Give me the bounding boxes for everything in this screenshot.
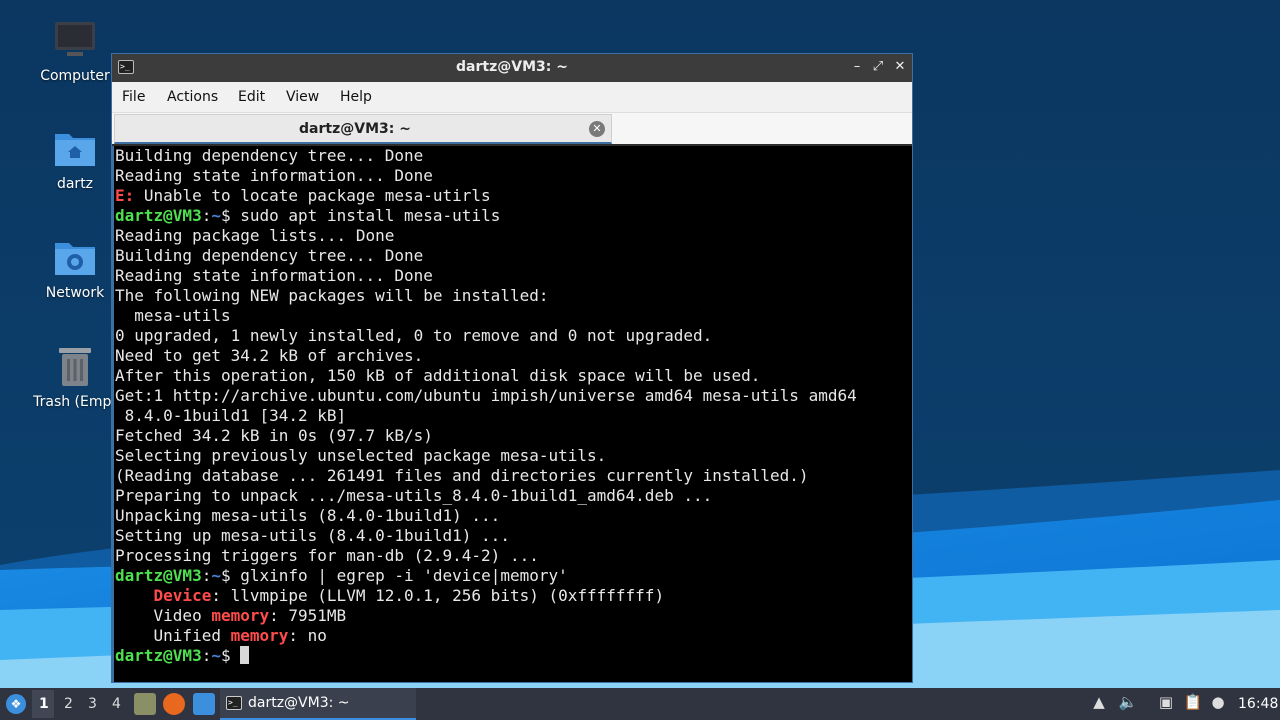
terminal-task-icon: >_ bbox=[226, 696, 242, 710]
display-icon[interactable]: ▣ bbox=[1154, 693, 1178, 715]
terminal-line: 8.4.0-1build1 [34.2 kB] bbox=[115, 406, 347, 425]
computer-icon bbox=[53, 18, 97, 62]
terminal-line: Setting up mesa-utils (8.4.0-1build1) ..… bbox=[115, 526, 510, 545]
workspace-4[interactable]: 4 bbox=[112, 696, 121, 712]
tab-close-icon[interactable]: ✕ bbox=[589, 121, 605, 137]
taskbar-terminal-label: dartz@VM3: ~ bbox=[248, 695, 350, 711]
terminal-line: (Reading database ... 261491 files and d… bbox=[115, 466, 809, 485]
command-text: sudo apt install mesa-utils bbox=[240, 206, 501, 225]
menu-help[interactable]: Help bbox=[340, 89, 372, 105]
prompt-path: ~ bbox=[211, 646, 221, 665]
start-menu-icon[interactable]: ❖ bbox=[6, 694, 26, 714]
terminal-line: mesa-utils bbox=[115, 306, 231, 325]
device-value: llvmpipe (LLVM 12.0.1, 256 bits) (0xffff… bbox=[230, 586, 665, 605]
minimize-button[interactable]: – bbox=[848, 58, 866, 76]
update-notifier-icon[interactable]: ● bbox=[1208, 693, 1228, 715]
unified-label: Unified bbox=[153, 626, 231, 645]
terminal-output[interactable]: Building dependency tree... Done Reading… bbox=[112, 146, 912, 682]
window-titlebar[interactable]: >_ dartz@VM3: ~ – ⤢ ✕ bbox=[112, 54, 912, 82]
tab-bar: dartz@VM3: ~ ✕ bbox=[112, 112, 912, 144]
file-manager-icon[interactable] bbox=[134, 693, 156, 715]
menu-edit[interactable]: Edit bbox=[238, 89, 265, 105]
highlight-memory: memory bbox=[230, 626, 289, 645]
taskbar-terminal-button[interactable]: >_ dartz@VM3: ~ bbox=[220, 688, 416, 720]
terminal-line: Processing triggers for man-db (2.9.4-2)… bbox=[115, 546, 539, 565]
terminal-line: After this operation, 150 kB of addition… bbox=[115, 366, 761, 385]
command-text: glxinfo | egrep -i 'device|memory' bbox=[240, 566, 568, 585]
terminal-line: Get:1 http://archive.ubuntu.com/ubuntu i… bbox=[115, 386, 857, 405]
close-button[interactable]: ✕ bbox=[891, 58, 909, 76]
terminal-line: Building dependency tree... Done bbox=[115, 146, 424, 165]
video-memory-value: 7951MB bbox=[288, 606, 347, 625]
workspace-2[interactable]: 2 bbox=[64, 696, 73, 712]
terminal-line: Unpacking mesa-utils (8.4.0-1build1) ... bbox=[115, 506, 501, 525]
clipboard-icon[interactable]: 📋 bbox=[1181, 693, 1205, 715]
network-folder-icon bbox=[53, 235, 97, 279]
terminal-line: E: Unable to locate package mesa-utirls bbox=[115, 186, 912, 206]
terminal-window[interactable]: >_ dartz@VM3: ~ – ⤢ ✕ File Actions Edit … bbox=[111, 53, 913, 683]
terminal-prompt-line: dartz@VM3:~$ glxinfo | egrep -i 'device|… bbox=[115, 566, 568, 585]
terminal-line: Device: llvmpipe (LLVM 12.0.1, 256 bits)… bbox=[153, 586, 665, 605]
taskbar: ❖ 1 2 3 4 >_ dartz@VM3: ~ ▲ 🔈 ▣ 📋 ● 16:4… bbox=[0, 688, 1280, 720]
workspace-1[interactable]: 1 bbox=[39, 696, 49, 712]
prompt-path: ~ bbox=[211, 206, 221, 225]
terminal-line: 0 upgraded, 1 newly installed, 0 to remo… bbox=[115, 326, 713, 345]
show-desktop-icon[interactable] bbox=[193, 693, 215, 715]
highlight-device: Device bbox=[153, 586, 212, 605]
terminal-line: Building dependency tree... Done bbox=[115, 246, 424, 265]
maximize-button[interactable]: ⤢ bbox=[869, 58, 887, 76]
workspace-3[interactable]: 3 bbox=[88, 696, 97, 712]
terminal-line: Selecting previously unselected package … bbox=[115, 446, 607, 465]
terminal-line: Fetched 34.2 kB in 0s (97.7 kB/s) bbox=[115, 426, 433, 445]
prompt-user: dartz@VM3 bbox=[115, 566, 202, 585]
prompt-user: dartz@VM3 bbox=[115, 646, 202, 665]
tray-up-arrow-icon[interactable]: ▲ bbox=[1090, 693, 1108, 715]
video-label: Video bbox=[153, 606, 212, 625]
terminal-line: Need to get 34.2 kB of archives. bbox=[115, 346, 424, 365]
terminal-prompt-line: dartz@VM3:~$ bbox=[115, 646, 912, 666]
menu-view[interactable]: View bbox=[286, 89, 319, 105]
terminal-line: Reading state information... Done bbox=[115, 166, 433, 185]
terminal-prompt-line: dartz@VM3:~$ sudo apt install mesa-utils bbox=[115, 206, 501, 225]
terminal-line: Video memory: 7951MB bbox=[153, 606, 347, 625]
menu-file[interactable]: File bbox=[122, 89, 145, 105]
error-prefix: E: bbox=[115, 186, 135, 205]
terminal-line: Reading package lists... Done bbox=[115, 226, 395, 245]
text-cursor bbox=[240, 646, 250, 664]
terminal-line: Reading state information... Done bbox=[115, 266, 433, 285]
tab-title: dartz@VM3: ~ bbox=[299, 121, 411, 137]
error-message: Unable to locate package mesa-utirls bbox=[143, 186, 491, 205]
volume-icon[interactable]: 🔈 bbox=[1116, 693, 1140, 715]
clock[interactable]: 16:48 bbox=[1238, 696, 1278, 712]
prompt-user: dartz@VM3 bbox=[115, 206, 202, 225]
menu-actions[interactable]: Actions bbox=[167, 89, 218, 105]
terminal-line: The following NEW packages will be insta… bbox=[115, 286, 549, 305]
terminal-tab[interactable]: dartz@VM3: ~ ✕ bbox=[114, 114, 612, 144]
terminal-line: Unified memory: no bbox=[153, 626, 327, 645]
firefox-icon[interactable] bbox=[163, 693, 185, 715]
unified-memory-value: no bbox=[307, 626, 327, 645]
prompt-path: ~ bbox=[211, 566, 221, 585]
window-title: dartz@VM3: ~ bbox=[456, 59, 568, 75]
terminal-line: Preparing to unpack .../mesa-utils_8.4.0… bbox=[115, 486, 713, 505]
highlight-memory: memory bbox=[211, 606, 270, 625]
home-folder-icon bbox=[53, 126, 97, 170]
trash-icon bbox=[53, 344, 97, 388]
menu-bar: File Actions Edit View Help bbox=[112, 82, 912, 112]
